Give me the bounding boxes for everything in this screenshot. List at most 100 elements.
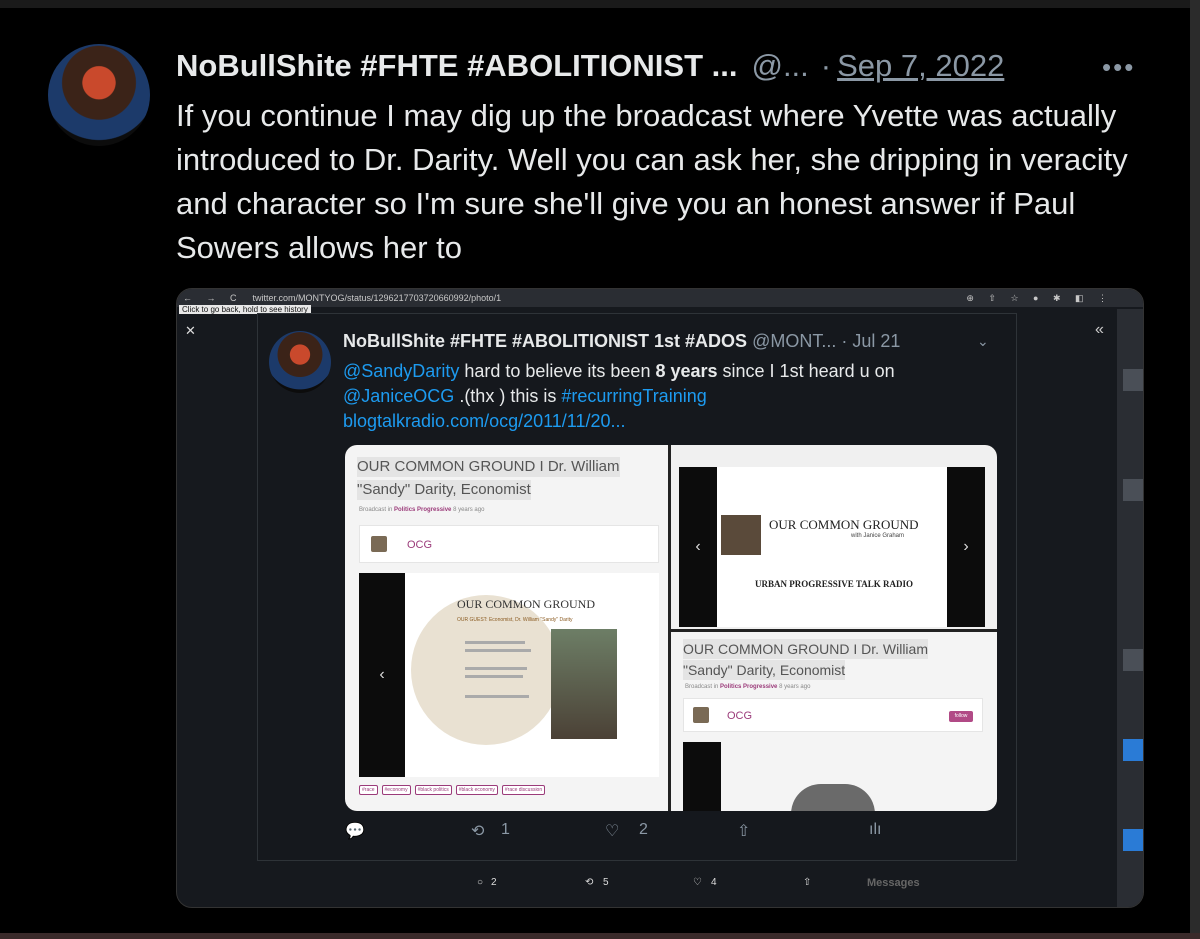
stats-icon: ılı bbox=[869, 821, 882, 838]
tag: #race discussion bbox=[501, 785, 546, 795]
poster-2-title: OUR COMMON GROUND bbox=[769, 517, 919, 532]
follow-button: follow bbox=[949, 711, 973, 722]
bold-fragment: 8 years bbox=[655, 361, 718, 381]
retweet-count: 5 bbox=[603, 877, 609, 888]
ago-label: 8 years ago bbox=[779, 684, 811, 690]
slider-prev-icon: ‹ bbox=[359, 573, 405, 777]
retweet-count: 1 bbox=[501, 821, 510, 838]
url-link: blogtalkradio.com/ocg/2011/11/20... bbox=[343, 411, 626, 431]
underlying-action-bar: ○ 2 ⟲ 5 ♡ 4 ⇧ bbox=[467, 877, 1027, 897]
poster-text-line bbox=[465, 667, 527, 670]
broadcast-info: Broadcast in Politics Progressive 8 year… bbox=[359, 507, 484, 513]
side-panel-thumbnail bbox=[1123, 739, 1143, 761]
inner-action-bar: 💬 ⟲ 1 ♡ 2 ⇧ ılı bbox=[343, 821, 903, 847]
right-edge-strip bbox=[1190, 0, 1200, 939]
poster-text-line bbox=[465, 641, 525, 644]
side-panel bbox=[1117, 309, 1143, 907]
host-name: OCG bbox=[727, 710, 753, 722]
poster-2-photo bbox=[721, 515, 761, 555]
side-panel-thumbnail bbox=[1123, 369, 1143, 391]
media-pane-right-bottom: OUR COMMON GROUND I Dr. William "Sandy" … bbox=[671, 632, 997, 811]
tag: #economy bbox=[381, 785, 411, 795]
broadcast-in-label: Broadcast in bbox=[685, 684, 719, 690]
separator-dot: · bbox=[820, 48, 832, 83]
side-panel-thumbnail bbox=[1123, 479, 1143, 501]
author-avatar[interactable] bbox=[48, 44, 150, 146]
slider-bar bbox=[683, 742, 721, 811]
browser-toolbar: ← → C twitter.com/MONTYOG/status/1296217… bbox=[177, 289, 1143, 307]
ago-label: 8 years ago bbox=[453, 507, 485, 513]
tag: #black economy bbox=[455, 785, 498, 795]
slider-next-icon: › bbox=[947, 467, 985, 627]
guest-photo bbox=[791, 784, 875, 811]
poster-2-footer: URBAN PROGRESSIVE TALK RADIO bbox=[755, 579, 913, 589]
close-icon: ✕ bbox=[185, 323, 196, 338]
text-fragment: hard to believe its been bbox=[459, 361, 656, 381]
episode-title-line: OUR COMMON GROUND I Dr. William bbox=[683, 639, 928, 659]
host-logo bbox=[371, 536, 387, 552]
browser-top-strip bbox=[0, 0, 1200, 8]
reply-icon: ○ bbox=[477, 877, 484, 888]
media-pane-left: OUR COMMON GROUND I Dr. William "Sandy" … bbox=[345, 445, 668, 811]
retweet-icon: ⟲ bbox=[471, 823, 485, 840]
reply-count: 2 bbox=[491, 877, 497, 888]
like-count: 4 bbox=[711, 877, 717, 888]
author-handle[interactable]: @... bbox=[751, 48, 808, 84]
episode-title-line: "Sandy" Darity, Economist bbox=[357, 480, 531, 500]
poster-photo bbox=[551, 629, 617, 739]
browser-nav-icons: ← → C bbox=[183, 293, 243, 303]
hashtag-link: #recurringTraining bbox=[561, 386, 707, 406]
collapse-icon: « bbox=[1095, 321, 1104, 338]
poster-2-subtitle: with Janice Graham bbox=[851, 533, 905, 539]
tweet-date-link[interactable]: Sep 7, 2022 bbox=[837, 48, 1004, 84]
inner-handle: @MONT... bbox=[752, 331, 837, 351]
host-logo bbox=[693, 707, 709, 723]
like-icon: ♡ bbox=[693, 877, 702, 888]
media-pane-right-top: ‹ OUR COMMON GROUND with Janice Graham U… bbox=[671, 445, 997, 629]
browser-tool-icons: ⊕ ⇧ ☆ ● ✱ ◧ ⋮ bbox=[966, 292, 1113, 303]
mention-link: @SandyDarity bbox=[343, 361, 460, 381]
broadcast-in-label: Broadcast in bbox=[359, 507, 393, 513]
text-fragment: since I 1st heard u on bbox=[717, 361, 895, 381]
like-icon: ♡ bbox=[605, 823, 620, 840]
share-icon: ⇧ bbox=[737, 823, 751, 840]
side-panel-thumbnail bbox=[1123, 829, 1143, 851]
side-panel-thumbnail bbox=[1123, 649, 1143, 671]
messages-label: Messages bbox=[867, 877, 920, 889]
inner-display-name: NoBullShite #FHTE #ABOLITIONIST 1st #ADO… bbox=[343, 331, 748, 351]
retweet-icon: ⟲ bbox=[585, 877, 594, 888]
share-icon: ⇧ bbox=[803, 877, 812, 888]
tag: #race bbox=[359, 785, 378, 795]
like-count: 2 bbox=[639, 821, 648, 838]
poster-title: OUR COMMON GROUND bbox=[457, 597, 596, 611]
tweet-header: NoBullShite #FHTE #ABOLITIONIST ... @...… bbox=[176, 46, 1136, 86]
reply-icon: 💬 bbox=[345, 823, 365, 840]
episode-title-line: OUR COMMON GROUND I Dr. William bbox=[357, 457, 620, 477]
mention-link: @JaniceOCG bbox=[343, 386, 455, 406]
chevron-down-icon: ⌄ bbox=[977, 333, 989, 349]
category-label: Politics Progressive bbox=[394, 507, 452, 513]
inner-tweet-header: NoBullShite #FHTE #ABOLITIONIST 1st #ADO… bbox=[343, 331, 1003, 352]
author-display-name[interactable]: NoBullShite #FHTE #ABOLITIONIST ... bbox=[176, 48, 737, 84]
more-options-icon[interactable]: ••• bbox=[1102, 52, 1135, 83]
host-name: OCG bbox=[407, 539, 433, 551]
tag-row: #race #economy #black politics #black ec… bbox=[359, 785, 546, 795]
poster-text-line bbox=[465, 649, 531, 652]
poster-guest: OUR GUEST: Economist, Dr. William "Sandy… bbox=[457, 617, 573, 623]
poster-text-line bbox=[465, 675, 523, 678]
media-grid: OUR COMMON GROUND I Dr. William "Sandy" … bbox=[345, 445, 997, 811]
category-label: Politics Progressive bbox=[720, 684, 778, 690]
inner-author-avatar bbox=[269, 331, 331, 393]
host-row bbox=[359, 525, 659, 563]
tweet-text: If you continue I may dig up the broadca… bbox=[176, 98, 1128, 265]
bottom-edge-strip bbox=[0, 933, 1200, 939]
text-fragment: .(thx ) this is bbox=[454, 386, 562, 406]
tag: #black politics bbox=[414, 785, 452, 795]
browser-url: twitter.com/MONTYOG/status/1296217703720… bbox=[252, 293, 502, 303]
poster-text-line bbox=[465, 695, 529, 698]
episode-title-line: "Sandy" Darity, Economist bbox=[683, 660, 846, 680]
inner-date: · Jul 21 bbox=[841, 331, 901, 351]
attached-screenshot[interactable]: ← → C twitter.com/MONTYOG/status/1296217… bbox=[176, 288, 1144, 908]
inner-tweet-text: @SandyDarity hard to believe its been 8 … bbox=[343, 359, 983, 434]
slider-prev-icon: ‹ bbox=[679, 467, 717, 627]
